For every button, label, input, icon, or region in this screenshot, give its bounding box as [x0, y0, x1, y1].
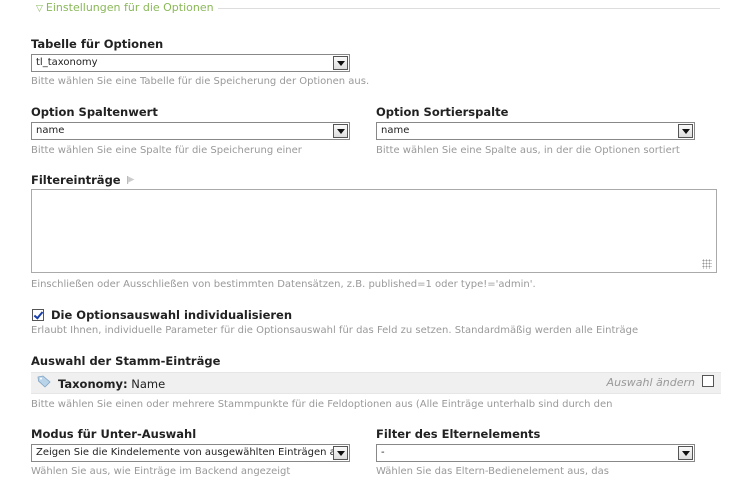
sub-mode-value: Zeigen Sie die Kindelemente von ausgewäh…: [36, 447, 343, 458]
triangle-down-icon: ▽: [36, 4, 43, 14]
chevron-down-icon[interactable]: [333, 446, 348, 460]
tag-icon: [37, 375, 51, 388]
root-entries-label: Auswahl der Stamm-Einträge: [31, 354, 221, 368]
parent-filter-label: Filter des Elternelements: [376, 427, 541, 441]
sub-mode-select[interactable]: Zeigen Sie die Kindelemente von ausgewäh…: [31, 444, 350, 462]
table-options-value: tl_taxonomy: [36, 57, 98, 68]
parent-filter-select[interactable]: -: [376, 444, 695, 462]
customize-label[interactable]: Die Optionsauswahl individualisieren: [51, 308, 292, 322]
fieldset-legend[interactable]: ▽ Einstellungen für die Optionen: [30, 0, 218, 17]
parent-filter-tip: Wählen Sie das Eltern-Bedienelement aus,…: [376, 466, 609, 477]
table-options-select[interactable]: tl_taxonomy: [31, 54, 350, 72]
chevron-down-icon[interactable]: [333, 56, 348, 70]
filter-tip: Einschließen oder Ausschließen von besti…: [31, 279, 536, 290]
change-selection-label[interactable]: Auswahl ändern: [607, 376, 695, 389]
filter-label: Filtereinträge: [31, 173, 121, 187]
sort-column-label: Option Sortierspalte: [376, 105, 509, 119]
value-column-select[interactable]: name: [31, 122, 350, 140]
customize-checkbox[interactable]: [32, 309, 44, 321]
value-column-label: Option Spaltenwert: [31, 105, 158, 119]
fieldset-legend-text: Einstellungen für die Optionen: [45, 1, 214, 14]
chevron-down-icon[interactable]: [678, 446, 693, 460]
flag-icon[interactable]: [126, 175, 136, 185]
table-options-tip: Bitte wählen Sie eine Tabelle für die Sp…: [31, 76, 370, 87]
resize-grip-icon[interactable]: [702, 259, 712, 269]
sub-mode-label: Modus für Unter-Auswahl: [31, 427, 197, 441]
change-selection-checkbox[interactable]: [702, 375, 714, 387]
value-column-value: name: [36, 125, 65, 136]
root-entry-type: Taxonomy:: [58, 377, 128, 391]
parent-filter-value: -: [381, 447, 385, 458]
chevron-down-icon[interactable]: [333, 124, 348, 138]
root-entries-bar: Taxonomy: Name Auswahl ändern: [31, 372, 721, 394]
sub-mode-tip: Wählen Sie aus, wie Einträge im Backend …: [31, 466, 291, 477]
value-column-tip: Bitte wählen Sie eine Spalte für die Spe…: [31, 145, 302, 156]
customize-tip: Erlaubt Ihnen, individuelle Parameter fü…: [31, 325, 639, 336]
root-entry-item: Taxonomy: Name: [58, 377, 165, 391]
sort-column-select[interactable]: name: [376, 122, 695, 140]
root-entries-tip: Bitte wählen Sie einen oder mehrere Stam…: [31, 399, 613, 410]
root-entry-name: Name: [131, 377, 166, 391]
chevron-down-icon[interactable]: [678, 124, 693, 138]
table-options-label: Tabelle für Optionen: [31, 37, 164, 51]
filter-textarea[interactable]: [31, 189, 717, 273]
sort-column-tip: Bitte wählen Sie eine Spalte aus, in der…: [376, 145, 680, 156]
sort-column-value: name: [381, 125, 410, 136]
